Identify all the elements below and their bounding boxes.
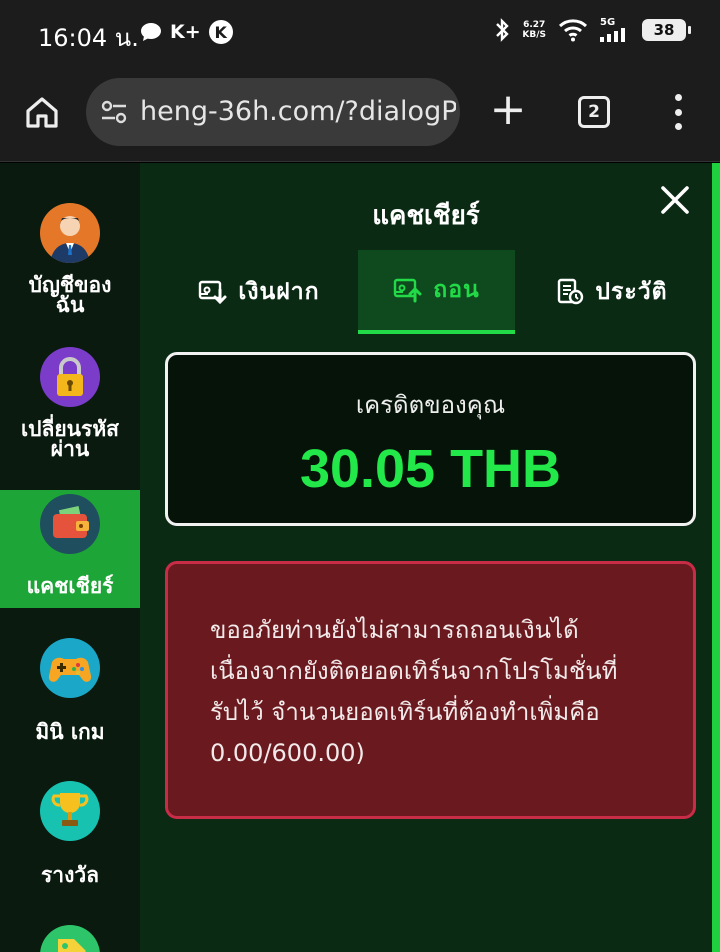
wifi-icon bbox=[558, 19, 588, 42]
net-speed: 6.27 KB/S bbox=[522, 20, 546, 40]
page-content: บัญชีของฉัน เปลี่ยนรหัสผ่าน แคชเชียร์ มิ… bbox=[0, 163, 720, 952]
wallet-icon bbox=[40, 494, 100, 554]
k-indicator-icon: K bbox=[208, 20, 233, 44]
gamepad-icon bbox=[40, 638, 100, 698]
page-scrollbar[interactable] bbox=[712, 163, 720, 952]
home-icon[interactable] bbox=[24, 94, 60, 130]
url-text[interactable]: heng-36h.com/?dialogPr bbox=[140, 96, 456, 127]
site-settings-icon[interactable] bbox=[100, 98, 128, 126]
deposit-icon bbox=[199, 280, 227, 305]
sidebar-item-rewards[interactable]: รางวัล bbox=[0, 781, 140, 887]
tag-icon bbox=[40, 925, 100, 952]
sidebar-item-label: เปลี่ยนรหัสผ่าน bbox=[21, 417, 119, 461]
kplus-indicator: K+ bbox=[170, 21, 201, 43]
sidebar-item-label: แคชเชียร์ bbox=[26, 574, 114, 598]
withdraw-icon bbox=[394, 278, 422, 303]
sidebar-item-label: บัญชีของฉัน bbox=[28, 273, 112, 317]
new-tab-button[interactable]: + bbox=[488, 88, 528, 132]
more-menu-button[interactable] bbox=[664, 94, 692, 130]
battery-icon: 38 bbox=[642, 19, 691, 41]
bluetooth-icon bbox=[496, 18, 510, 42]
withdraw-error-message: ขออภัยท่านยังไม่สามารถถอนเงินได้ เนื่องจ… bbox=[165, 561, 696, 819]
error-line: ขออภัยท่านยังไม่สามารถถอนเงินได้ bbox=[210, 616, 579, 644]
tab-deposit[interactable]: เงินฝาก bbox=[164, 250, 354, 334]
credit-amount: 30.05 THB bbox=[299, 439, 562, 499]
dialog-title: แคชเชียร์ bbox=[372, 201, 480, 231]
signal-indicator: 5G bbox=[600, 18, 630, 42]
trophy-icon bbox=[40, 781, 100, 841]
error-line: เนื่องจากยังติดยอดเทิร์นจากโปรโมชั่นที่ bbox=[210, 657, 618, 685]
status-left-indicators: K+ K bbox=[140, 18, 233, 46]
status-time: 16:04 น. bbox=[38, 24, 139, 52]
status-right: 6.27 KB/S 5G 38 bbox=[494, 18, 691, 42]
address-bar[interactable]: heng-36h.com/?dialogPr bbox=[86, 78, 460, 146]
tab-label: ถอน bbox=[433, 277, 480, 303]
sidebar-item-account[interactable]: บัญชีของฉัน bbox=[0, 203, 140, 317]
status-bar: 16:04 น. K+ K 6.27 KB/S 5G 38 bbox=[0, 0, 720, 64]
tab-history[interactable]: ประวัติ bbox=[529, 250, 694, 334]
cashier-tabs: เงินฝาก ถอน ประวัติ bbox=[164, 250, 694, 334]
credit-card: เครดิตของคุณ 30.05 THB bbox=[165, 352, 696, 526]
sidebar-item-mini-game[interactable]: มินิ เกม bbox=[0, 638, 140, 744]
cashier-dialog: แคชเชียร์ เงินฝาก ถอน ประวัติ เครดิตของค… bbox=[140, 163, 712, 952]
browser-toolbar: heng-36h.com/?dialogPr + 2 bbox=[0, 64, 720, 162]
history-icon bbox=[558, 278, 584, 305]
sidebar-item-more[interactable] bbox=[0, 925, 140, 952]
tab-withdraw[interactable]: ถอน bbox=[358, 250, 515, 334]
error-line: รับไว้ จำนวนยอดเทิร์นที่ต้องทำเพิ่มคือ bbox=[210, 698, 600, 726]
tab-label: เงินฝาก bbox=[238, 279, 320, 305]
tab-switcher-button[interactable]: 2 bbox=[578, 96, 610, 128]
error-line: 0.00/600.00) bbox=[210, 739, 365, 767]
padlock-icon bbox=[40, 347, 100, 407]
sidebar-item-change-password[interactable]: เปลี่ยนรหัสผ่าน bbox=[0, 347, 140, 461]
signal-bars-icon bbox=[600, 28, 625, 42]
account-avatar-icon bbox=[40, 203, 100, 263]
sidebar-item-cashier[interactable]: แคชเชียร์ bbox=[0, 490, 156, 608]
chat-bubble-icon bbox=[141, 23, 161, 41]
credit-label: เครดิตของคุณ bbox=[355, 391, 506, 419]
close-icon[interactable] bbox=[658, 183, 692, 217]
sidebar-item-label: มินิ เกม bbox=[35, 720, 105, 744]
sidebar: บัญชีของฉัน เปลี่ยนรหัสผ่าน แคชเชียร์ มิ… bbox=[0, 163, 156, 952]
tab-label: ประวัติ bbox=[595, 279, 668, 305]
sidebar-item-label: รางวัล bbox=[41, 863, 99, 887]
